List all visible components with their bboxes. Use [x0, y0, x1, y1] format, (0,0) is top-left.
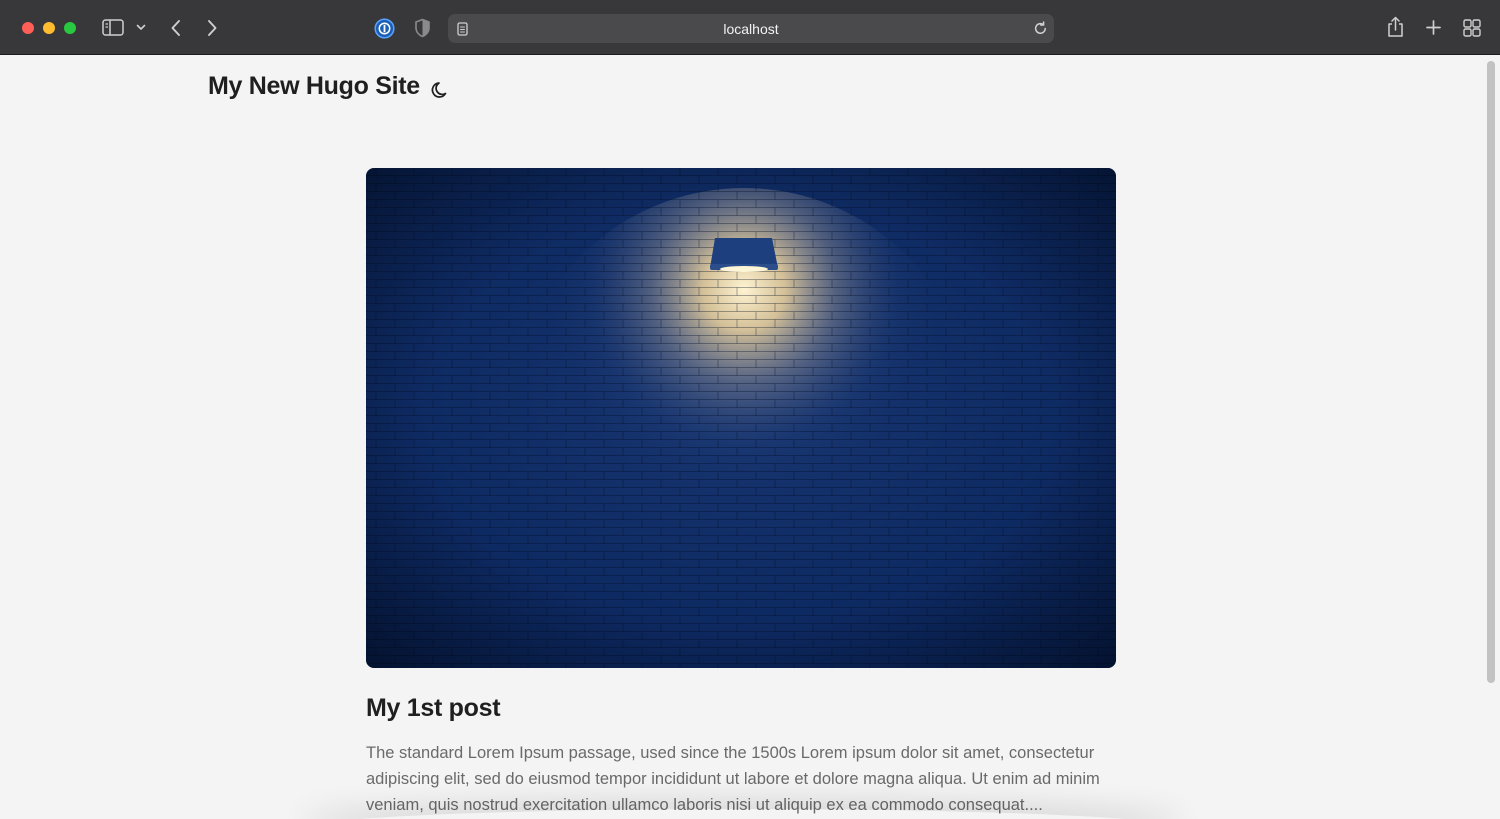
scrollbar-thumb[interactable]: [1487, 61, 1495, 683]
minimize-window-button[interactable]: [43, 22, 55, 34]
tab-overview-icon[interactable]: [1463, 19, 1481, 37]
site-title-link[interactable]: My New Hugo Site: [208, 72, 420, 101]
new-tab-icon[interactable]: [1425, 19, 1442, 36]
address-bar[interactable]: localhost: [448, 14, 1054, 43]
post-summary: The standard Lorem Ipsum passage, used s…: [366, 744, 1100, 814]
page-content: My New Hugo Site My 1st post The standar…: [1, 56, 1484, 819]
post-title-link[interactable]: My 1st post: [366, 694, 501, 723]
forward-icon[interactable]: [206, 19, 218, 37]
shield-icon[interactable]: [414, 18, 431, 38]
post-cover-image[interactable]: [366, 168, 1116, 668]
vertical-scrollbar[interactable]: [1484, 56, 1500, 819]
reload-icon[interactable]: [1033, 21, 1048, 41]
chevron-down-icon[interactable]: [136, 24, 146, 31]
moon-icon[interactable]: [430, 79, 452, 101]
browser-toolbar: localhost: [0, 0, 1500, 55]
share-icon[interactable]: [1386, 16, 1405, 38]
browser-window: localhost My New Hugo Site My 1st post T…: [0, 0, 1500, 819]
password-manager-icon[interactable]: [374, 18, 395, 39]
url-text: localhost: [723, 21, 779, 37]
sidebar-icon[interactable]: [102, 19, 124, 36]
lamp-wall-illustration: [366, 168, 1116, 668]
back-icon[interactable]: [170, 19, 182, 37]
close-window-button[interactable]: [22, 22, 34, 34]
zoom-window-button[interactable]: [64, 22, 76, 34]
